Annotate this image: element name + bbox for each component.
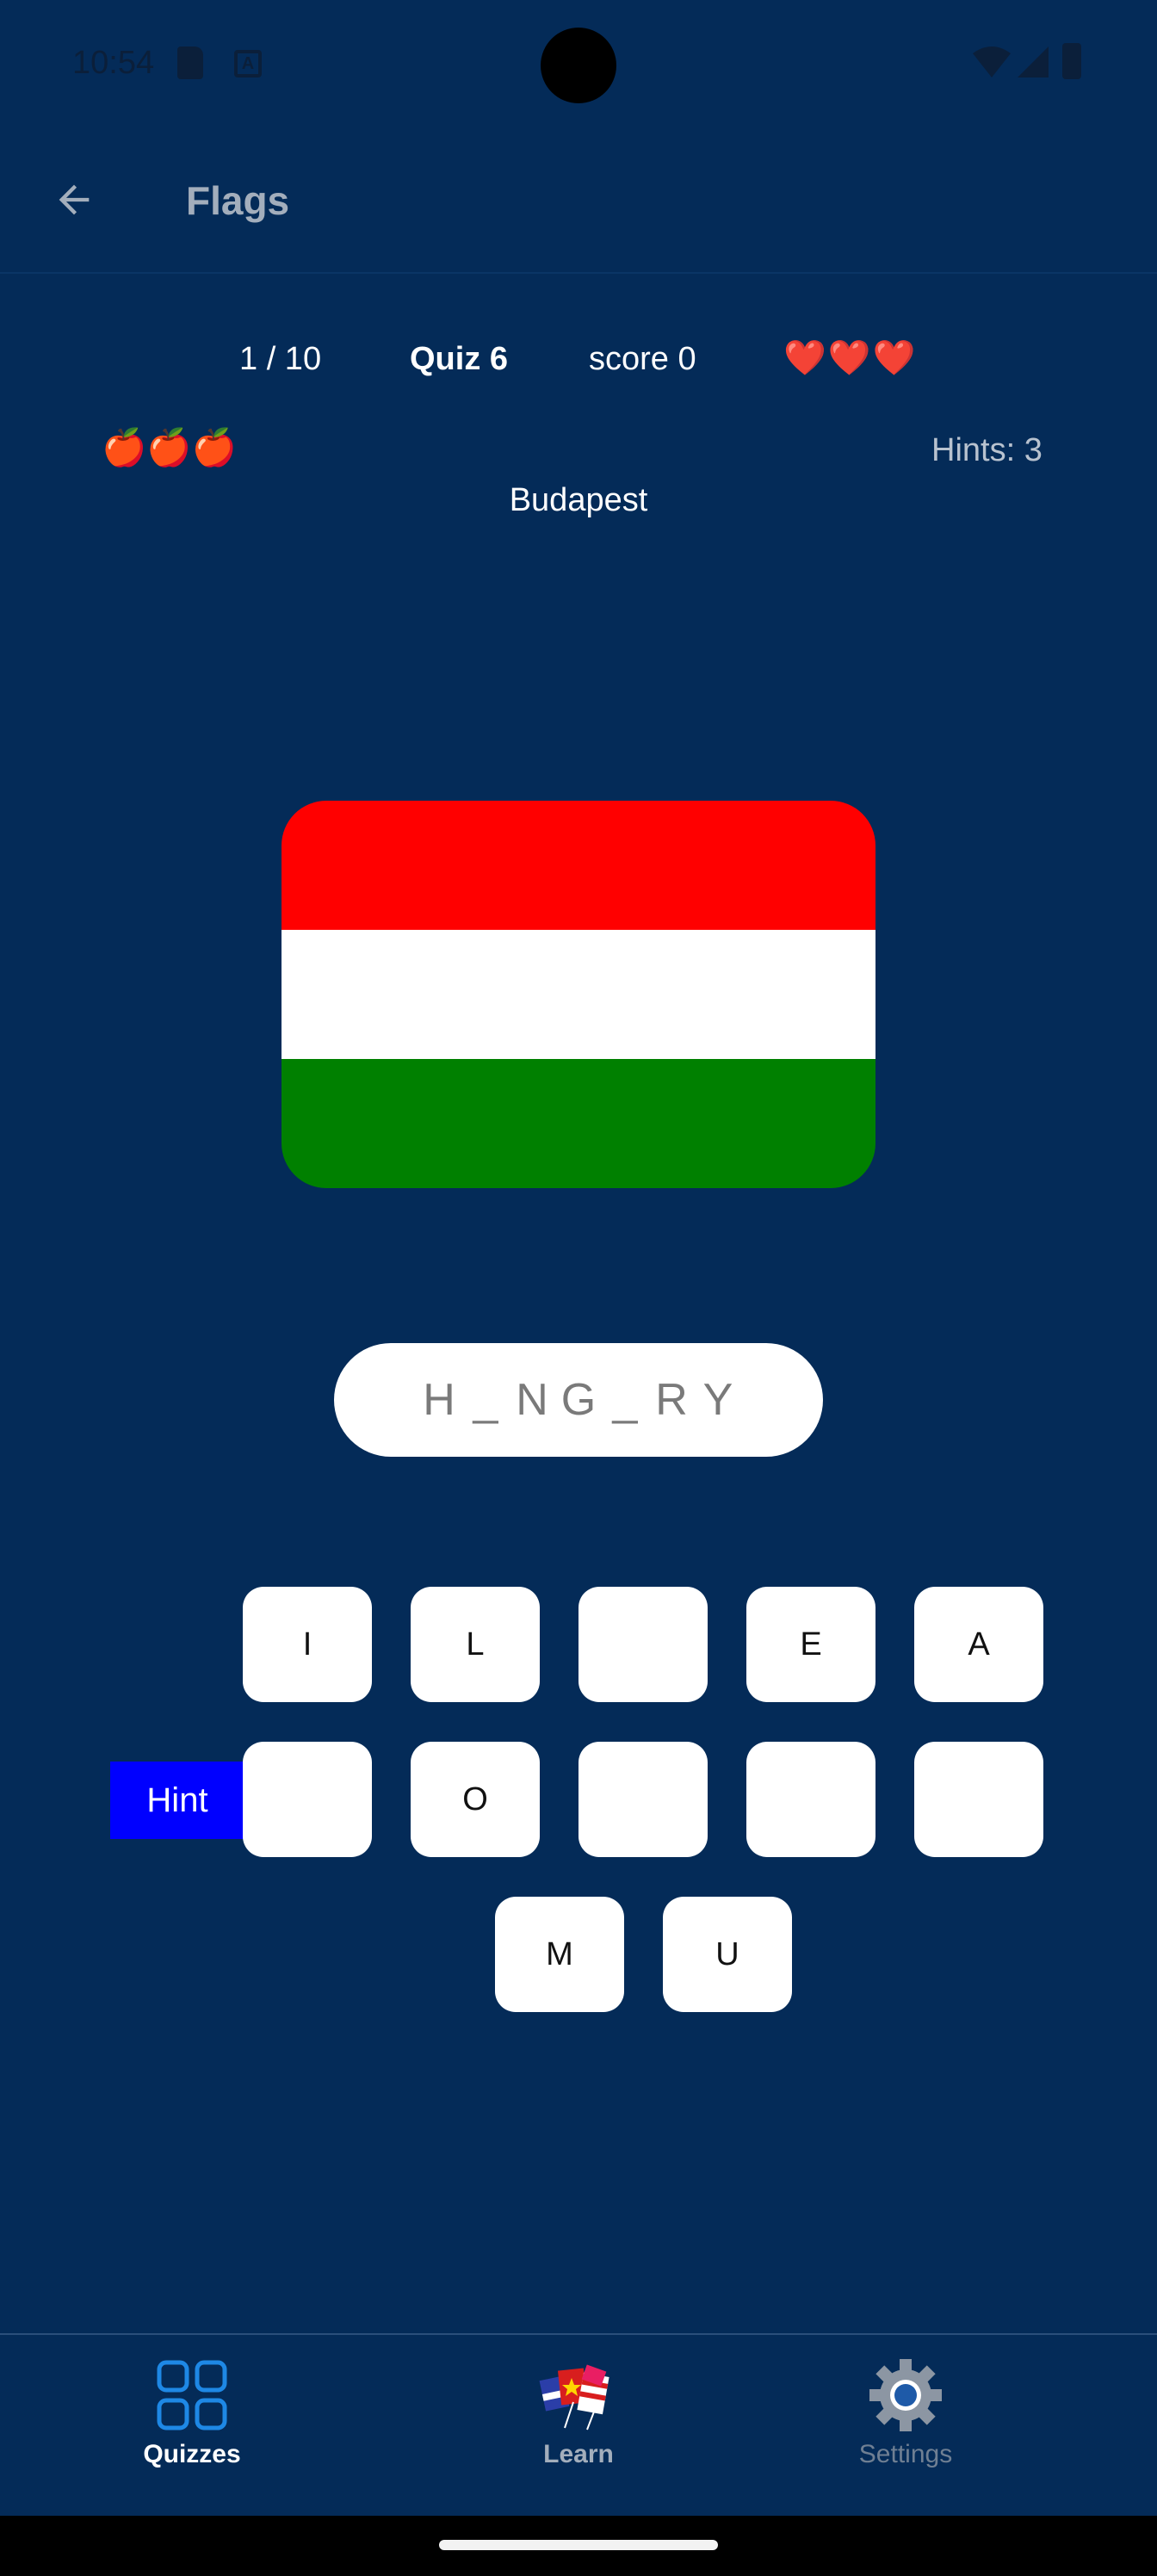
answer-char: _	[473, 1375, 498, 1425]
score-label: score 0	[589, 341, 696, 377]
letter-tile[interactable]	[578, 1587, 708, 1702]
flag-stripe-top	[282, 801, 875, 930]
letter-tile[interactable]	[914, 1742, 1043, 1857]
letter-tile[interactable]	[746, 1742, 875, 1857]
gear-icon	[869, 2359, 942, 2431]
flag-stripe-middle	[282, 930, 875, 1059]
apples-indicator: 🍎🍎🍎	[102, 427, 237, 468]
flag-image	[282, 801, 875, 1188]
a-icon: A	[234, 50, 262, 77]
answer-char: _	[612, 1375, 638, 1425]
signal-icon	[1018, 46, 1049, 77]
answer-char: N	[516, 1375, 548, 1425]
letter-tile[interactable]	[578, 1742, 708, 1857]
nav-label-quizzes: Quizzes	[143, 2440, 241, 2468]
answer-char: G	[560, 1375, 597, 1425]
letter-tile[interactable]: A	[914, 1587, 1043, 1702]
question-progress: 1 / 10	[239, 341, 322, 377]
grid-icon	[157, 2360, 227, 2430]
arrow-back-icon	[59, 184, 90, 215]
flags-icon	[539, 2364, 609, 2430]
letter-tile[interactable]: E	[746, 1587, 875, 1702]
letter-tile[interactable]: I	[243, 1587, 372, 1702]
hints-count: Hints: 3	[931, 432, 1043, 468]
app-root: 10:54 A Flags 1 / 10 Quiz 6 score 0 ❤️❤️…	[0, 0, 1157, 2576]
letter-tile[interactable]: L	[411, 1587, 540, 1702]
answer-char: R	[655, 1375, 688, 1425]
hint-button[interactable]: Hint	[110, 1762, 244, 1839]
page-title: Flags	[186, 178, 290, 223]
battery-icon	[1062, 43, 1081, 79]
sd-card-icon	[177, 46, 203, 79]
letter-tile[interactable]: M	[495, 1897, 624, 2012]
nav-label-settings: Settings	[858, 2440, 953, 2468]
nav-label-learn: Learn	[543, 2440, 614, 2468]
back-button[interactable]	[43, 169, 105, 231]
answer-char: Y	[702, 1375, 733, 1425]
nav-item-learn[interactable]: Learn	[467, 2359, 690, 2469]
quiz-label: Quiz 6	[410, 341, 509, 377]
app-bar	[0, 138, 1157, 274]
capital-clue: Budapest	[509, 482, 648, 518]
letter-tile[interactable]: O	[411, 1742, 540, 1857]
flag-stripe-bottom	[282, 1059, 875, 1188]
lives-hearts: ❤️❤️❤️	[783, 339, 918, 377]
nav-item-quizzes[interactable]: Quizzes	[80, 2359, 304, 2469]
home-gesture-bar[interactable]	[439, 2540, 718, 2550]
letter-tile[interactable]: U	[663, 1897, 792, 2012]
wifi-icon	[973, 46, 1011, 77]
nav-item-settings[interactable]: Settings	[794, 2359, 1018, 2469]
letter-tile[interactable]	[243, 1742, 372, 1857]
answer-field: H _ N G _ R Y	[334, 1343, 823, 1457]
answer-char: H	[423, 1375, 455, 1425]
camera-cutout	[541, 28, 616, 103]
status-time: 10:54	[72, 45, 155, 81]
